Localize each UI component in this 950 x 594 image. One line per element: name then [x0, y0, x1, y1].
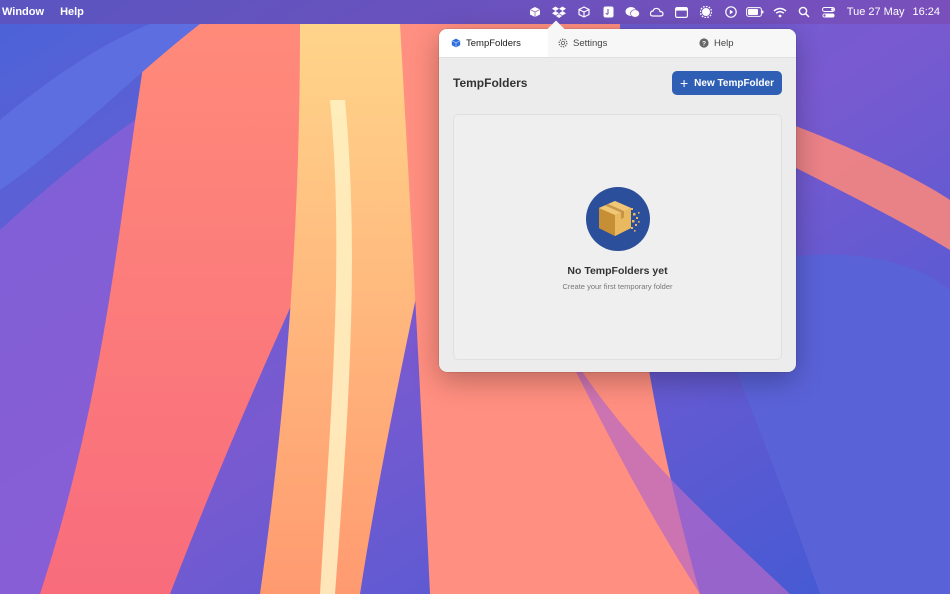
- gear-icon: [558, 38, 568, 48]
- tab-tempfolders-label: TempFolders: [466, 37, 521, 49]
- window-icon[interactable]: [669, 0, 694, 24]
- cube-icon[interactable]: [571, 0, 596, 24]
- tab-settings[interactable]: Settings: [548, 29, 655, 57]
- play-circle-icon[interactable]: [718, 0, 743, 24]
- menu-bar-time[interactable]: 16:24: [912, 6, 940, 18]
- note-icon[interactable]: [596, 0, 621, 24]
- tab-help-label: Help: [714, 37, 734, 49]
- control-center-icon[interactable]: [816, 0, 841, 24]
- question-circle-icon: ?: [699, 38, 709, 48]
- menu-bar: Window Help Tue 27 May 16:24: [0, 0, 950, 24]
- box-dissolve-icon: [585, 187, 650, 251]
- tab-settings-label: Settings: [573, 37, 608, 49]
- svg-text:?: ?: [702, 41, 706, 48]
- dropbox-icon[interactable]: [547, 0, 572, 24]
- cube-icon: [451, 38, 461, 48]
- tab-bar: TempFolders Settings ? Help: [439, 29, 796, 58]
- tempfolders-popover: TempFolders Settings ? Help TempFolders …: [439, 20, 796, 372]
- empty-state-subtitle: Create your first temporary folder: [562, 282, 673, 291]
- cloud-app-icon[interactable]: [645, 0, 670, 24]
- tab-help[interactable]: ? Help: [655, 29, 796, 57]
- battery-icon[interactable]: [743, 0, 768, 24]
- wifi-icon[interactable]: [767, 0, 792, 24]
- empty-state-title: No TempFolders yet: [567, 265, 668, 277]
- search-icon[interactable]: [792, 0, 817, 24]
- menu-window[interactable]: Window: [2, 6, 44, 18]
- menu-help[interactable]: Help: [60, 6, 84, 18]
- tab-tempfolders[interactable]: TempFolders: [439, 29, 548, 57]
- empty-state-panel: No TempFolders yet Create your first tem…: [453, 114, 782, 360]
- tempfolders-box-icon[interactable]: [522, 0, 547, 24]
- page-title: TempFolders: [453, 76, 528, 90]
- new-tempfolder-button[interactable]: + New TempFolder: [672, 71, 782, 95]
- new-tempfolder-button-label: New TempFolder: [694, 77, 774, 89]
- popover-header: TempFolders + New TempFolder: [439, 58, 796, 108]
- wechat-icon[interactable]: [620, 0, 645, 24]
- plus-icon: +: [679, 75, 689, 91]
- gear-badge-icon[interactable]: [694, 0, 719, 24]
- menu-bar-date[interactable]: Tue 27 May: [847, 6, 905, 18]
